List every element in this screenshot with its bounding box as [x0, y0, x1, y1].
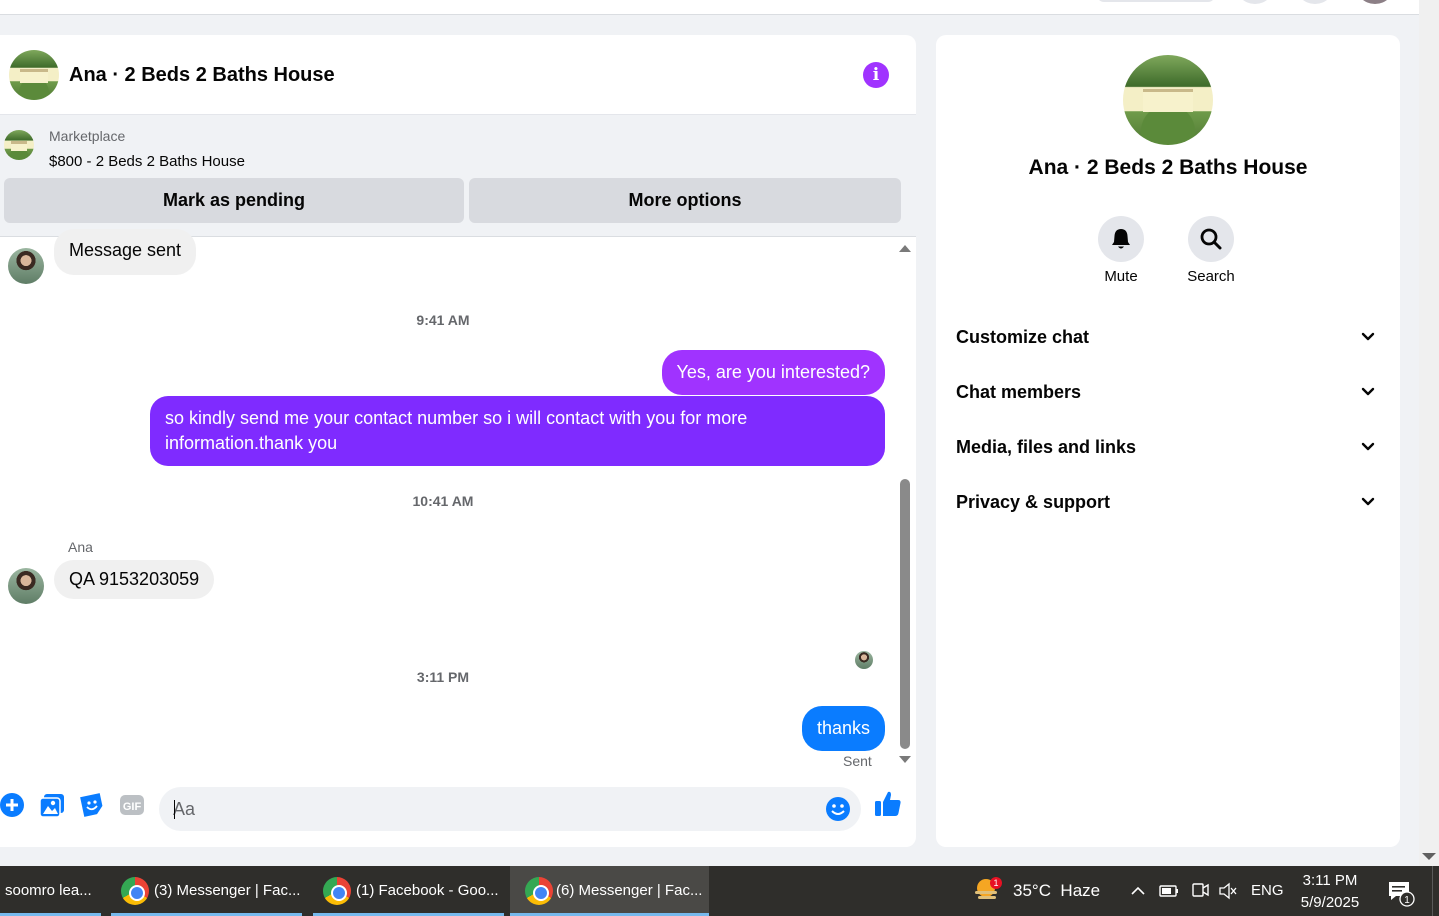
message-status: Sent	[843, 753, 872, 769]
sender-avatar[interactable]	[8, 248, 44, 284]
image-icon[interactable]	[38, 791, 66, 819]
search-icon	[1200, 228, 1222, 250]
search-action[interactable]: Search	[1166, 216, 1256, 285]
details-title: Ana · 2 Beds 2 Baths House	[1028, 156, 1308, 179]
battery-icon[interactable]	[1159, 883, 1179, 899]
sender-name: Ana	[68, 539, 93, 555]
conversation-details-panel: Ana · 2 Beds 2 Baths House Mute Search C…	[936, 35, 1400, 847]
row-label: Privacy & support	[956, 492, 1111, 512]
privacy-support-row[interactable]: Privacy & support	[936, 478, 1400, 526]
info-icon[interactable]: i	[863, 62, 889, 88]
gif-icon[interactable]: GIF	[118, 791, 146, 819]
incoming-message[interactable]: Message sent	[54, 229, 197, 275]
listing-title[interactable]: $800 - 2 Beds 2 Baths House	[49, 153, 245, 170]
gif-label: GIF	[123, 801, 142, 813]
taskbar-item-label: (3) Messenger | Fac...	[154, 882, 301, 899]
outgoing-message[interactable]: thanks	[801, 706, 885, 751]
volume-muted-icon[interactable]	[1218, 882, 1238, 900]
clock-time: 3:11 PM	[1302, 872, 1358, 889]
mute-button[interactable]	[1098, 216, 1144, 262]
weather-badge: 1	[993, 878, 998, 888]
conversation-avatar[interactable]	[9, 50, 59, 100]
scroll-down-arrow-icon[interactable]	[1422, 853, 1436, 860]
outgoing-message[interactable]: Yes, are you interested?	[661, 350, 885, 395]
read-receipt-avatar	[855, 651, 873, 669]
chat-members-row[interactable]: Chat members	[936, 368, 1400, 416]
search-button[interactable]	[1188, 216, 1234, 262]
message-input[interactable]	[173, 787, 813, 831]
mute-label: Mute	[1104, 268, 1138, 285]
sender-avatar[interactable]	[8, 568, 44, 604]
row-label: Customize chat	[956, 327, 1090, 347]
scroll-down-arrow-icon[interactable]	[899, 756, 911, 763]
chevron-down-icon	[1361, 497, 1375, 506]
conversation-title[interactable]: Ana · 2 Beds 2 Baths House	[69, 64, 335, 87]
message-timestamp: 3:11 PM	[416, 669, 470, 685]
sticker-icon[interactable]	[78, 791, 106, 819]
chat-panel: Ana · 2 Beds 2 Baths House i Marketplace…	[0, 35, 916, 847]
top-menu-button[interactable]	[1235, 0, 1275, 4]
top-search-pill[interactable]	[1097, 0, 1215, 2]
taskbar-item-label: (6) Messenger | Fac...	[556, 882, 703, 899]
plus-icon[interactable]	[0, 791, 26, 819]
chevron-down-icon	[1361, 332, 1375, 341]
clock-date: 5/9/2025	[1300, 894, 1360, 911]
windows-taskbar: soomro lea... (3) Messenger | Fac... (1)…	[0, 866, 1439, 916]
marketplace-label: Marketplace	[49, 128, 126, 144]
incoming-message[interactable]: QA 9153203059	[54, 560, 215, 599]
top-messenger-button[interactable]	[1295, 0, 1335, 4]
taskbar-item-active[interactable]: (6) Messenger | Fac...	[510, 866, 709, 916]
scrollbar-thumb[interactable]	[900, 479, 910, 749]
top-navigation-bar	[0, 0, 1419, 15]
taskbar-item-label: soomro lea...	[5, 882, 92, 899]
bell-icon	[1112, 229, 1130, 249]
message-timestamp: 9:41 AM	[416, 312, 470, 328]
taskbar-item[interactable]: (1) Facebook - Goo...	[313, 866, 504, 916]
text-caret	[174, 800, 175, 819]
more-options-button[interactable]: More options	[469, 178, 901, 223]
taskbar-item[interactable]: soomro lea...	[0, 866, 101, 916]
clock[interactable]: 3:11 PM 5/9/2025	[1290, 870, 1370, 914]
taskbar-item-label: (1) Facebook - Goo...	[356, 882, 499, 899]
row-label: Media, files and links	[956, 437, 1137, 457]
emoji-icon[interactable]	[825, 796, 851, 822]
mark-as-pending-button[interactable]: Mark as pending	[4, 178, 464, 223]
message-scrollbar[interactable]	[897, 237, 913, 773]
message-list: Message sent 9:41 AM Yes, are you intere…	[0, 229, 916, 775]
notification-count: 1	[1404, 895, 1410, 906]
search-label: Search	[1187, 268, 1235, 285]
row-label: Chat members	[956, 382, 1082, 402]
language-indicator[interactable]: ENG	[1251, 866, 1284, 916]
message-composer: GIF	[0, 775, 916, 847]
media-files-links-row[interactable]: Media, files and links	[936, 423, 1400, 471]
outgoing-message[interactable]: so kindly send me your contact number so…	[150, 396, 885, 466]
page-scrollbar[interactable]	[1419, 0, 1439, 866]
taskbar-item[interactable]: (3) Messenger | Fac...	[111, 866, 302, 916]
chevron-down-icon	[1361, 442, 1375, 451]
message-input-container[interactable]	[159, 787, 861, 831]
chat-header: Ana · 2 Beds 2 Baths House i	[0, 35, 916, 115]
mute-action[interactable]: Mute	[1076, 216, 1166, 285]
network-icon[interactable]	[1190, 882, 1210, 900]
customize-chat-row[interactable]: Customize chat	[936, 313, 1400, 361]
message-timestamp: 10:41 AM	[412, 493, 474, 509]
chevron-down-icon	[1361, 387, 1375, 396]
notifications-icon[interactable]: 1	[1387, 879, 1419, 907]
details-avatar[interactable]	[1123, 55, 1213, 145]
show-desktop-button[interactable]	[1432, 866, 1439, 916]
chrome-icon	[525, 877, 553, 905]
listing-thumbnail[interactable]	[4, 130, 34, 160]
show-hidden-icons-icon[interactable]	[1130, 884, 1146, 898]
weather-haze-icon[interactable]: 1	[972, 876, 1002, 902]
top-profile-avatar[interactable]	[1355, 0, 1395, 4]
chrome-icon	[323, 877, 351, 905]
weather-text[interactable]: 35°C Haze	[1013, 866, 1100, 916]
thumbs-up-icon[interactable]	[873, 789, 903, 819]
scroll-up-arrow-icon[interactable]	[899, 245, 911, 252]
marketplace-banner: Marketplace $800 - 2 Beds 2 Baths House …	[0, 115, 916, 237]
chrome-icon	[121, 877, 149, 905]
